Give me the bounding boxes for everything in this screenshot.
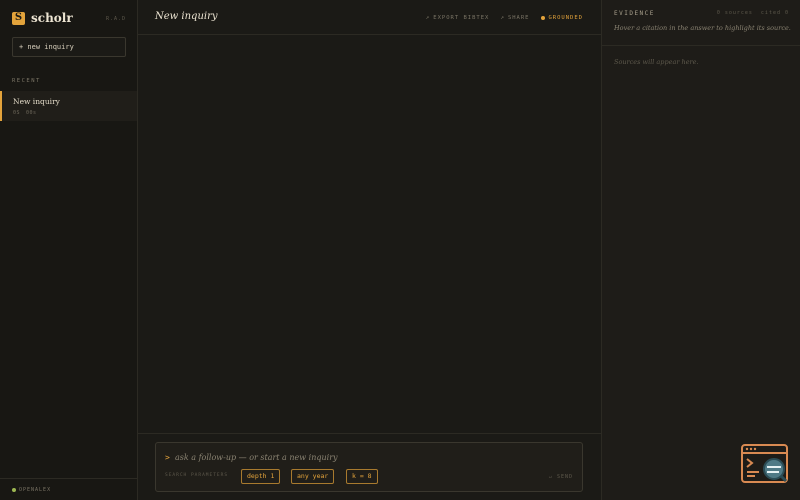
terminal-magnifier-icon: [741, 444, 788, 483]
evidence-empty-state: Sources will appear here.: [614, 58, 699, 66]
sources-count: 0 sources: [716, 10, 753, 16]
main-header: New inquiry ↗ EXPORT BIBTEX ↗ SHARE GROU…: [138, 0, 601, 35]
status-dot-icon: [540, 15, 545, 20]
send-button[interactable]: ↵ SEND: [549, 474, 573, 480]
export-bibtex-label: EXPORT BIBTEX: [433, 14, 490, 21]
sidebar: S scholr R.A.D + new inquiry RECENT New …: [0, 0, 138, 500]
brand[interactable]: S scholr: [12, 11, 73, 25]
evidence-hint: Hover a citation in the answer to highli…: [614, 24, 791, 32]
grounded-toggle[interactable]: GROUNDED: [540, 14, 584, 21]
share-arrow-icon: ↗: [500, 14, 505, 21]
export-arrow-icon: ↗: [425, 14, 431, 21]
console-widget[interactable]: [741, 444, 789, 484]
k-chip[interactable]: k = 8: [346, 469, 378, 484]
share-button[interactable]: ↗ SHARE: [500, 14, 529, 21]
version-label: R.A.D: [105, 16, 126, 22]
export-bibtex-button[interactable]: ↗ EXPORT BIBTEX: [426, 14, 490, 21]
sidebar-footer: OPENALEX: [0, 478, 137, 500]
composer-area: > SEARCH PARAMETERS depth 1 any year k =…: [138, 433, 601, 500]
evidence-counts: 0 sources cited 0: [717, 10, 789, 16]
grounded-label: GROUNDED: [548, 14, 583, 21]
composer: > SEARCH PARAMETERS depth 1 any year k =…: [155, 442, 583, 492]
evidence-header: EVIDENCE 0 sources cited 0 Hover a citati…: [602, 0, 800, 46]
recent-item-meta-a: 0S: [13, 110, 21, 116]
evidence-panel: EVIDENCE 0 sources cited 0 Hover a citati…: [601, 0, 800, 500]
cited-count: cited 0: [760, 10, 789, 16]
prompt-input[interactable]: [175, 449, 475, 465]
share-label: SHARE: [507, 14, 530, 21]
recent-item-new-inquiry[interactable]: New inquiry 0S 00s: [0, 91, 137, 121]
app-name: scholr: [31, 11, 73, 25]
recent-section-label: RECENT: [12, 78, 41, 84]
prompt-caret-icon: >: [165, 453, 170, 462]
source-status-dot-icon: [12, 488, 16, 492]
search-parameters-label: SEARCH PARAMETERS: [165, 473, 229, 478]
recent-item-title: New inquiry: [13, 97, 60, 106]
year-chip[interactable]: any year: [291, 469, 335, 484]
new-inquiry-button[interactable]: + new inquiry: [12, 37, 126, 57]
depth-chip[interactable]: depth 1: [241, 469, 281, 484]
source-label: OPENALEX: [19, 487, 52, 493]
scholr-logo-icon: S: [12, 11, 25, 25]
recent-item-meta: 0S 00s: [13, 110, 137, 116]
recent-item-meta-b: 00s: [26, 110, 37, 116]
main-panel: New inquiry ↗ EXPORT BIBTEX ↗ SHARE GROU…: [138, 0, 601, 500]
page-title: New inquiry: [155, 11, 218, 22]
header-actions: ↗ EXPORT BIBTEX ↗ SHARE GROUNDED: [415, 14, 583, 21]
evidence-title: EVIDENCE: [614, 10, 655, 17]
